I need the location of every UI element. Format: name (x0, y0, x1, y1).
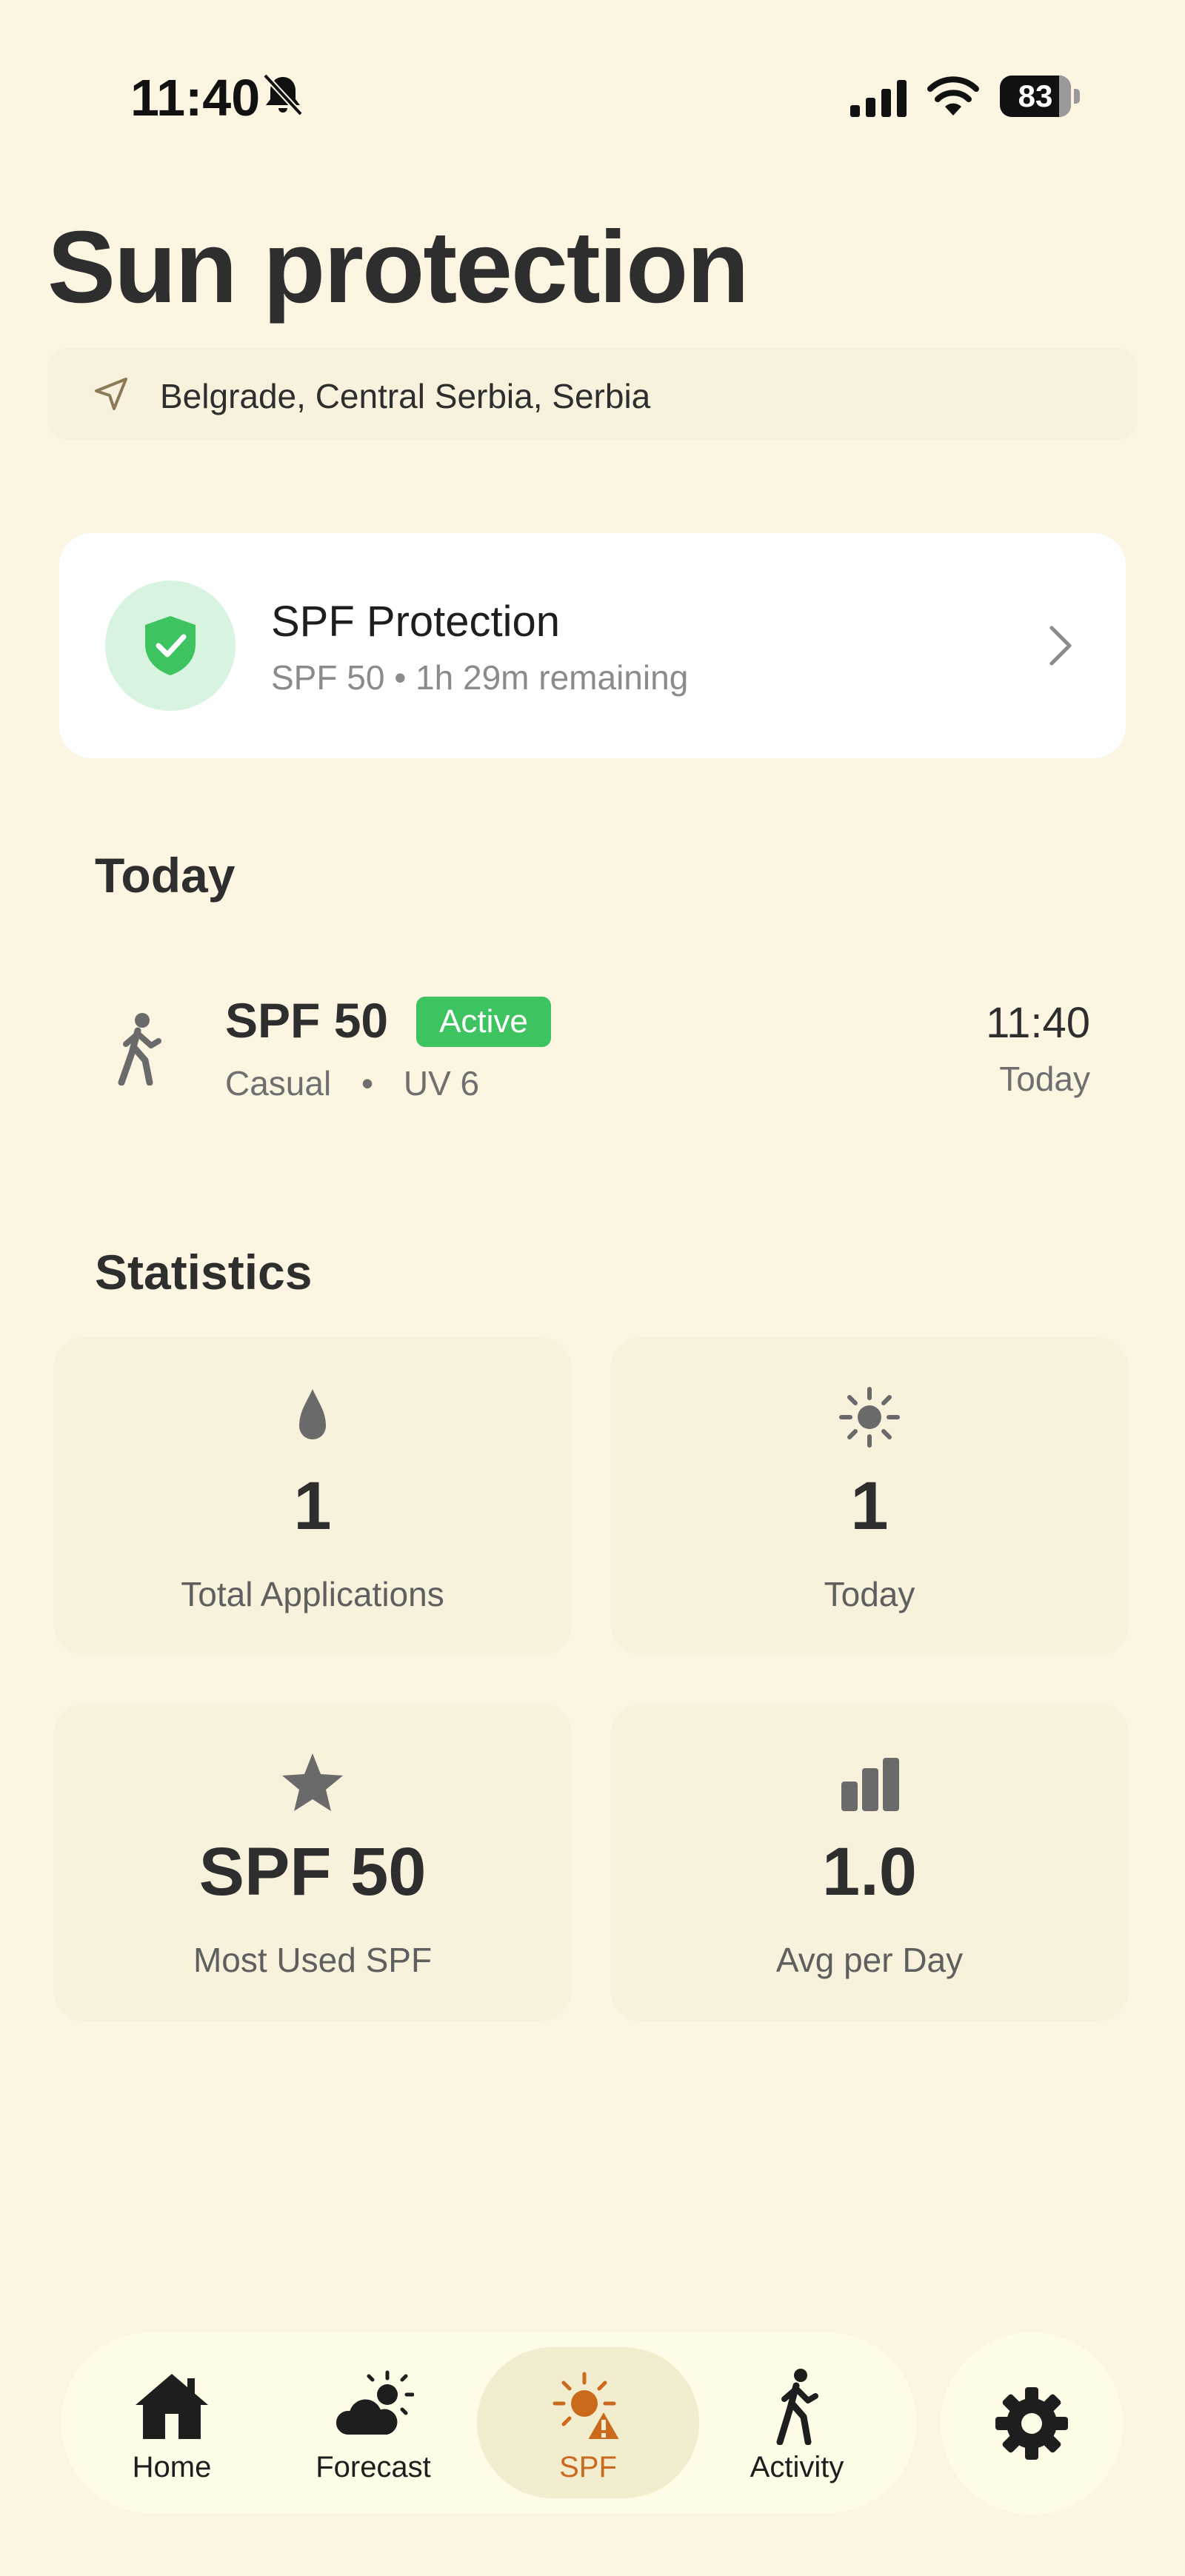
sun-icon (839, 1387, 900, 1448)
tab-home[interactable]: Home (61, 2347, 283, 2498)
entry-time: 11:40 (986, 999, 1090, 1047)
star-icon (282, 1753, 343, 1811)
stat-card-total-applications: 1 Total Applications (53, 1337, 572, 1656)
status-time: 11:40 (130, 69, 261, 127)
stat-value: 1 (293, 1468, 332, 1544)
stat-label: Most Used SPF (193, 1941, 433, 1979)
entry-day: Today (999, 1060, 1090, 1098)
chevron-right-icon (1049, 626, 1072, 666)
settings-button[interactable] (941, 2332, 1123, 2515)
stat-value: 1 (850, 1468, 889, 1544)
today-heading: Today (95, 848, 236, 903)
location-bar[interactable]: Belgrade, Central Serbia, Serbia (47, 348, 1138, 440)
tab-label: Home (132, 2451, 212, 2483)
tab-forecast[interactable]: Forecast (262, 2347, 484, 2498)
stat-card-today: 1 Today (610, 1337, 1129, 1656)
statistics-heading: Statistics (95, 1245, 313, 1299)
tab-activity[interactable]: Activity (686, 2347, 908, 2498)
spf-protection-card[interactable]: SPF Protection SPF 50 • 1h 29m remaining (59, 533, 1126, 758)
bell-slash-icon (263, 73, 303, 116)
location-arrow-icon (95, 378, 127, 410)
stat-label: Today (824, 1575, 915, 1613)
stat-value: 1.0 (822, 1834, 917, 1910)
shield-check-icon (145, 616, 196, 675)
tab-bar: Home Forecast SPF Activity (61, 2332, 917, 2513)
gear-icon (995, 2387, 1068, 2460)
bar-chart-icon (841, 1758, 899, 1811)
signal-icon (850, 80, 907, 117)
tab-label: Forecast (316, 2451, 431, 2483)
entry-spf-value: SPF 50 (225, 993, 389, 1048)
stat-label: Avg per Day (775, 1941, 964, 1979)
stat-label: Total Applications (181, 1575, 444, 1613)
status-badge: Active (416, 997, 551, 1047)
cloud-sun-icon (333, 2370, 414, 2438)
spf-card-title: SPF Protection (271, 598, 561, 646)
walking-icon (776, 2369, 818, 2445)
entry-activity: Casual (225, 1064, 332, 1103)
tab-spf[interactable]: SPF (477, 2347, 699, 2498)
stat-value: SPF 50 (198, 1834, 427, 1910)
spf-card-subtitle: SPF 50 • 1h 29m remaining (271, 658, 689, 697)
walking-icon (118, 1013, 161, 1085)
stat-card-most-used-spf: SPF 50 Most Used SPF (53, 1703, 572, 2021)
battery-level: 83 (1018, 78, 1053, 113)
shield-badge (105, 581, 236, 711)
entry-uv: UV 6 (403, 1064, 480, 1103)
battery-icon: 83 (1000, 76, 1081, 117)
wifi-icon (927, 76, 979, 116)
sun-warning-icon (553, 2372, 623, 2442)
page-title: Sun protection (47, 210, 750, 324)
stat-card-avg-per-day: 1.0 Avg per Day (610, 1703, 1129, 2021)
house-icon (136, 2374, 208, 2439)
entry-meta: Casual • UV 6 (225, 1064, 480, 1103)
tab-label: SPF (559, 2451, 617, 2483)
location-text: Belgrade, Central Serbia, Serbia (160, 377, 651, 415)
drop-icon (299, 1389, 326, 1439)
tab-label: Activity (750, 2451, 844, 2483)
